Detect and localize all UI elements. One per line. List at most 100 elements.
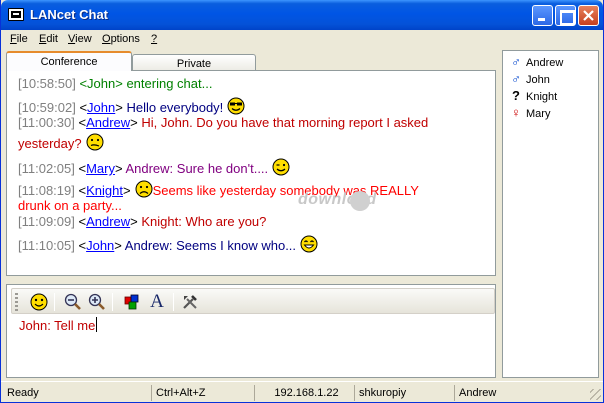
male-icon: ♂ xyxy=(511,71,521,86)
nick-bracket: < xyxy=(75,76,88,91)
wink-smiley-icon xyxy=(268,158,290,176)
tab-conference[interactable]: Conference xyxy=(6,51,132,71)
message-timestamp: [10:58:50] xyxy=(18,76,76,91)
message-text: Andrew: Seems I know who... xyxy=(121,238,297,253)
toolbar-grip[interactable] xyxy=(15,293,18,311)
message-timestamp: [11:09:09] xyxy=(18,214,75,229)
splitter[interactable] xyxy=(6,276,496,284)
user-name: Mary xyxy=(526,108,551,120)
nick-bracket: < xyxy=(74,115,87,130)
nick-bracket: < xyxy=(74,238,87,253)
menu-file[interactable]: File xyxy=(10,33,28,45)
user-list[interactable]: ♂ Andrew ♂ John ? Knight ♀ Mary xyxy=(502,50,599,378)
app-icon[interactable] xyxy=(8,8,24,21)
close-icon xyxy=(583,10,594,21)
smiley-icon xyxy=(30,293,48,311)
user-list-item[interactable]: ? Knight xyxy=(509,88,557,104)
confused-smiley-icon xyxy=(82,133,104,151)
watermark-logo xyxy=(350,191,370,211)
minimize-button[interactable] xyxy=(532,5,553,26)
message-timestamp: [11:00:30] xyxy=(18,115,75,130)
font-button[interactable]: A xyxy=(147,292,167,312)
zoom-out-button[interactable] xyxy=(63,292,83,312)
user-name: Andrew xyxy=(526,57,564,69)
user-name: Knight xyxy=(526,91,558,103)
status-ip: 192.168.1.22 xyxy=(254,385,354,401)
unknown-gender-icon: ? xyxy=(512,88,520,103)
message-timestamp: [11:10:05] xyxy=(18,238,75,253)
chat-message: [10:58:50] <John> entering chat... xyxy=(18,76,212,92)
message-text: Hi, John. Do you have that morning repor… xyxy=(137,115,429,130)
nick-bracket: > xyxy=(122,183,131,198)
title-bar[interactable]: LANcet Chat xyxy=(1,0,603,30)
nick-link[interactable]: John xyxy=(87,100,115,115)
user-list-item[interactable]: ♂ John xyxy=(509,71,550,87)
female-icon: ♀ xyxy=(511,105,521,120)
cool-smiley-icon xyxy=(223,97,245,115)
maximize-button[interactable] xyxy=(555,5,576,26)
format-toolbar: A xyxy=(11,288,495,314)
nick-link[interactable]: Andrew xyxy=(86,115,130,130)
nick-link[interactable]: Knight xyxy=(86,183,123,198)
nick-bracket: > xyxy=(115,100,123,115)
message-timestamp: [11:08:19] xyxy=(18,183,75,198)
chat-window: LANcet Chat File Edit View Options ? Con… xyxy=(0,0,604,403)
user-list-item[interactable]: ♀ Mary xyxy=(509,105,550,121)
chat-message: [11:00:30] <Andrew> Hi, John. Do you hav… xyxy=(18,115,428,131)
menu-help[interactable]: ? xyxy=(151,33,157,45)
message-text: yesterday? xyxy=(18,136,82,151)
message-text: Hello everybody! xyxy=(122,100,224,115)
message-text: drunk on a party... xyxy=(18,198,122,213)
message-input-area[interactable]: A John: Tell me xyxy=(6,284,496,378)
male-icon: ♂ xyxy=(511,54,521,69)
nick-bracket: > xyxy=(130,115,138,130)
chat-message: [11:09:09] <Andrew> Knight: Who are you? xyxy=(18,214,266,230)
chat-message: [11:02:05] <Mary> Andrew: Sure he don't.… xyxy=(18,158,290,177)
chat-message-continuation: drunk on a party... xyxy=(18,198,122,214)
color-icon xyxy=(124,294,139,310)
menu-bar: File Edit View Options ? xyxy=(1,30,603,50)
chat-log[interactable]: [10:58:50] <John> entering chat... [10:59… xyxy=(6,70,496,276)
menu-options[interactable]: Options xyxy=(102,33,140,45)
nick-bracket: > xyxy=(130,214,138,229)
smiley-button[interactable] xyxy=(29,292,49,312)
laugh-smiley-icon xyxy=(296,235,318,253)
close-button[interactable] xyxy=(578,5,599,26)
status-bar: Ready Ctrl+Alt+Z 192.168.1.22 shkuropiy … xyxy=(1,381,603,402)
nick-bracket: < xyxy=(74,161,87,176)
toolbar-separator xyxy=(173,293,174,311)
nick-bracket: < xyxy=(74,214,87,229)
message-input-value: John: Tell me xyxy=(19,318,96,333)
nick-link: John xyxy=(87,76,116,91)
text-caret xyxy=(96,317,98,332)
zoom-in-button[interactable] xyxy=(87,292,107,312)
chat-message: [10:59:02] <John> Hello everybody! xyxy=(18,97,245,116)
system-text: > entering chat... xyxy=(115,76,213,91)
menu-edit[interactable]: Edit xyxy=(39,33,58,45)
message-timestamp: [11:02:05] xyxy=(18,161,75,176)
resize-grip[interactable] xyxy=(590,389,601,400)
message-timestamp: [10:59:02] xyxy=(18,100,76,115)
status-state: Ready xyxy=(7,387,39,399)
font-icon: A xyxy=(150,291,164,312)
settings-icon xyxy=(183,295,197,309)
nick-link[interactable]: John xyxy=(86,238,114,253)
window-title: LANcet Chat xyxy=(30,7,109,22)
zoom-out-icon xyxy=(64,293,81,310)
status-hotkey: Ctrl+Alt+Z xyxy=(151,385,254,401)
chat-message: [11:10:05] <John> Andrew: Seems I know w… xyxy=(18,235,318,254)
color-button[interactable] xyxy=(122,292,142,312)
status-user: Andrew xyxy=(454,385,599,401)
message-text: Knight: Who are you? xyxy=(137,214,267,229)
message-input[interactable]: John: Tell me xyxy=(19,317,98,333)
user-list-item[interactable]: ♂ Andrew xyxy=(509,54,563,70)
nick-link[interactable]: Andrew xyxy=(86,214,130,229)
settings-button[interactable] xyxy=(180,292,200,312)
menu-view[interactable]: View xyxy=(68,33,92,45)
nick-link[interactable]: Mary xyxy=(86,161,115,176)
nick-bracket: < xyxy=(75,100,88,115)
zoom-in-icon xyxy=(88,293,105,310)
toolbar-separator xyxy=(54,293,55,311)
nick-bracket: > xyxy=(114,161,123,176)
message-text: Seems like yesterday somebody was REALLY xyxy=(152,183,419,198)
